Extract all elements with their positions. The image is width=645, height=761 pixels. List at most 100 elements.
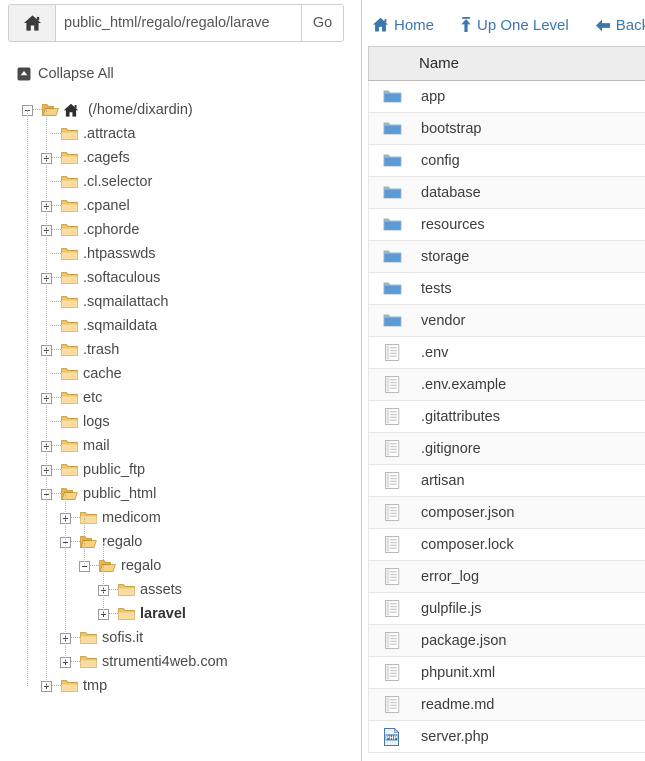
collapse-all-button[interactable]: Collapse All xyxy=(17,66,114,82)
tree-node-mail[interactable]: mail xyxy=(0,434,361,458)
folder-icon xyxy=(61,680,78,692)
file-list-pane: Home Up One Level Back Name app bootstrap co… xyxy=(362,0,645,761)
tree-node-cpanel[interactable]: .cpanel xyxy=(0,194,361,218)
file-name-cell[interactable]: database xyxy=(368,176,645,209)
file-name-cell[interactable]: .env.example xyxy=(368,368,645,401)
tree-node-sofis-it[interactable]: sofis.it xyxy=(0,626,361,650)
tree-node-attracta[interactable]: .attracta xyxy=(0,122,361,146)
table-row[interactable]: bootstrap xyxy=(368,112,645,145)
toolbar-link-home[interactable]: Home xyxy=(372,17,434,34)
table-row[interactable]: database xyxy=(368,176,645,209)
go-button[interactable]: Go xyxy=(301,4,344,42)
table-row[interactable]: .gitignore xyxy=(368,432,645,465)
tree-node-regalo[interactable]: regalo xyxy=(0,530,361,554)
table-row[interactable]: composer.json xyxy=(368,496,645,529)
file-name-cell[interactable]: readme.md xyxy=(368,688,645,721)
tree-node-medicom[interactable]: medicom xyxy=(0,506,361,530)
file-name-cell[interactable]: composer.json xyxy=(368,496,645,529)
tree-node-softaculous[interactable]: .softaculous xyxy=(0,266,361,290)
tree-node-label: tmp xyxy=(83,678,108,694)
file-name-cell[interactable]: PHP server.php xyxy=(368,720,645,753)
file-name-cell[interactable]: app xyxy=(368,80,645,113)
tree-node-htpasswds[interactable]: .htpasswds xyxy=(0,242,361,266)
table-row[interactable]: storage xyxy=(368,240,645,273)
table-row[interactable]: readme.md xyxy=(368,688,645,721)
file-name-cell[interactable]: artisan xyxy=(368,464,645,497)
file-toolbar: Home Up One Level Back xyxy=(362,10,645,40)
tree-node-cphorde[interactable]: .cphorde xyxy=(0,218,361,242)
file-name-label: readme.md xyxy=(421,696,495,713)
tree-node-cl-selector[interactable]: .cl.selector xyxy=(0,170,361,194)
tree-node-cagefs[interactable]: .cagefs xyxy=(0,146,361,170)
path-input[interactable] xyxy=(55,4,301,42)
column-header-name[interactable]: Name xyxy=(368,46,645,81)
file-name-cell[interactable]: composer.lock xyxy=(368,528,645,561)
table-row[interactable]: PHP server.php xyxy=(368,720,645,753)
table-row[interactable]: gulpfile.js xyxy=(368,592,645,625)
file-icon-wrap xyxy=(377,567,407,586)
tree-node-sqmaildata[interactable]: .sqmaildata xyxy=(0,314,361,338)
file-name-cell[interactable]: storage xyxy=(368,240,645,273)
toolbar-link-back[interactable]: Back xyxy=(595,17,645,34)
file-name-cell[interactable]: .env xyxy=(368,336,645,369)
table-row[interactable]: .env xyxy=(368,336,645,369)
collapse-all-label: Collapse All xyxy=(38,66,114,82)
tree-node-sqmailattach[interactable]: .sqmailattach xyxy=(0,290,361,314)
table-row[interactable]: .env.example xyxy=(368,368,645,401)
toolbar-link-up-one-level[interactable]: Up One Level xyxy=(460,17,569,34)
file-name-cell[interactable]: gulpfile.js xyxy=(368,592,645,625)
tree-node-public-html[interactable]: public_html xyxy=(0,482,361,506)
tree-node-strumenti4web-com[interactable]: strumenti4web.com xyxy=(0,650,361,674)
tree-node-etc[interactable]: etc xyxy=(0,386,361,410)
tree-node-regalo[interactable]: regalo xyxy=(0,554,361,578)
folder-icon xyxy=(61,176,78,188)
file-name-cell[interactable]: package.json xyxy=(368,624,645,657)
tree-node-trash[interactable]: .trash xyxy=(0,338,361,362)
table-row[interactable]: config xyxy=(368,144,645,177)
file-name-cell[interactable]: .gitattributes xyxy=(368,400,645,433)
tree-node-logs[interactable]: logs xyxy=(0,410,361,434)
tree-connector xyxy=(52,157,61,159)
table-row[interactable]: error_log xyxy=(368,560,645,593)
table-row[interactable]: composer.lock xyxy=(368,528,645,561)
folder-icon xyxy=(383,218,401,231)
file-name-cell[interactable]: phpunit.xml xyxy=(368,656,645,689)
tree-guide-line xyxy=(46,110,47,686)
table-row[interactable]: resources xyxy=(368,208,645,241)
file-icon xyxy=(384,599,399,617)
tree-node-laravel[interactable]: laravel xyxy=(0,602,361,626)
tree-connector xyxy=(71,541,80,543)
file-name-cell[interactable]: resources xyxy=(368,208,645,241)
tree-node-label: .sqmailattach xyxy=(83,294,169,310)
back-arrow-icon xyxy=(595,19,610,31)
tree-connector xyxy=(52,277,61,279)
file-name-cell[interactable]: .gitignore xyxy=(368,432,645,465)
table-row[interactable]: tests xyxy=(368,272,645,305)
folder-icon xyxy=(61,392,78,404)
tree-node-assets[interactable]: assets xyxy=(0,578,361,602)
folder-icon xyxy=(61,296,78,308)
folder-icon xyxy=(61,224,78,236)
table-row[interactable]: artisan xyxy=(368,464,645,497)
file-name-label: phpunit.xml xyxy=(421,664,496,681)
home-button[interactable] xyxy=(8,4,55,42)
file-name-cell[interactable]: vendor xyxy=(368,304,645,337)
tree-node-cache[interactable]: cache xyxy=(0,362,361,386)
file-name-cell[interactable]: tests xyxy=(368,272,645,305)
file-name-cell[interactable]: config xyxy=(368,144,645,177)
file-name-cell[interactable]: error_log xyxy=(368,560,645,593)
table-row[interactable]: package.json xyxy=(368,624,645,657)
tree-connector xyxy=(52,229,61,231)
open-folder-icon xyxy=(99,560,116,572)
table-row[interactable]: vendor xyxy=(368,304,645,337)
file-name-label: .env xyxy=(421,344,449,361)
table-row[interactable]: phpunit.xml xyxy=(368,656,645,689)
tree-node-root[interactable]: (/home/dixardin) xyxy=(0,98,361,122)
file-name-cell[interactable]: bootstrap xyxy=(368,112,645,145)
address-bar: Go xyxy=(8,4,344,42)
table-row[interactable]: app xyxy=(368,80,645,113)
tree-node-public-ftp[interactable]: public_ftp xyxy=(0,458,361,482)
tree-node-tmp[interactable]: tmp xyxy=(0,674,361,698)
table-row[interactable]: .gitattributes xyxy=(368,400,645,433)
tree-node-label: .attracta xyxy=(83,126,136,142)
